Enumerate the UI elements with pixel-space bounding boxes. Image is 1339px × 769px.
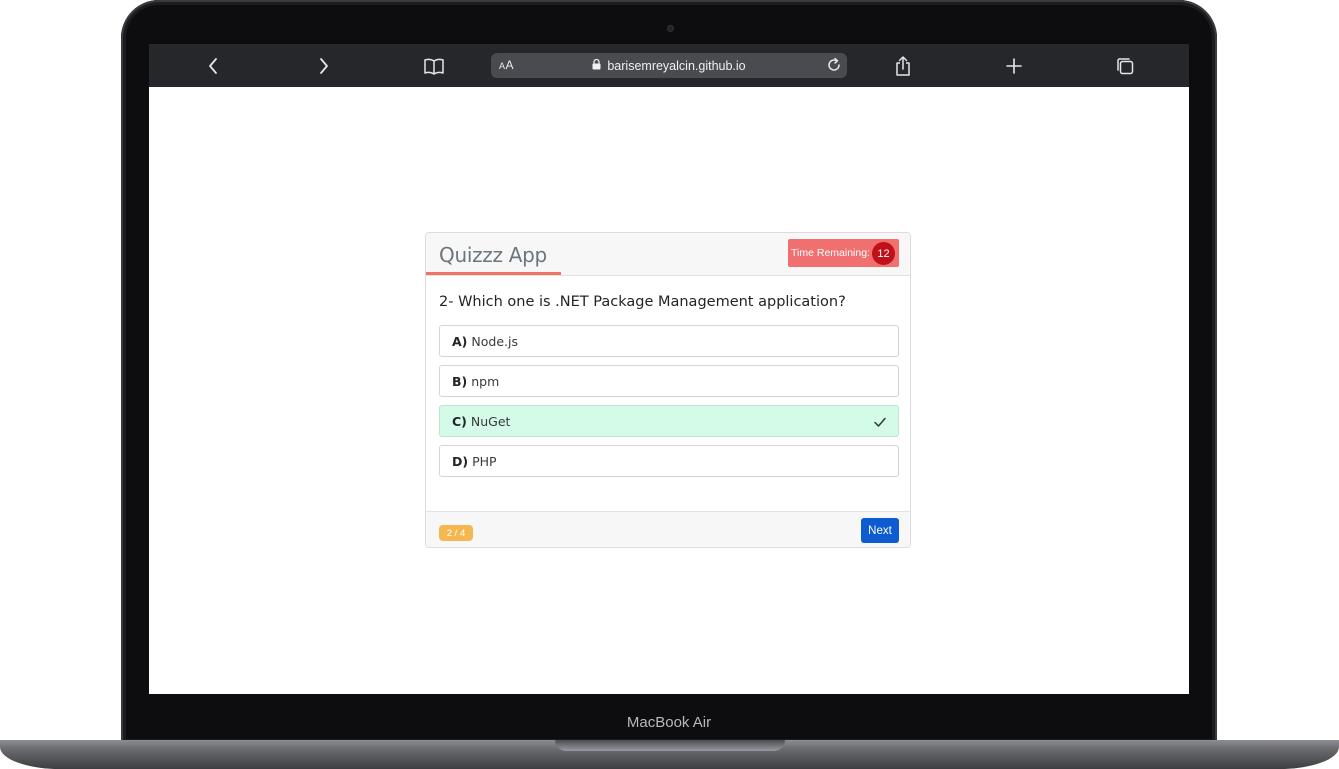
quiz-header: Quizzz App Time Remaining: 12 <box>426 233 910 276</box>
option-label: D) PHP <box>452 454 497 469</box>
quiz-footer: 2 / 4 Next <box>426 511 910 547</box>
option-d[interactable]: D) PHP <box>439 445 899 477</box>
option-c[interactable]: C) NuGet <box>439 405 899 437</box>
url-text: barisemreyalcin.github.io <box>607 58 746 73</box>
timer-label: Time Remaining: <box>791 247 870 259</box>
app-title: Quizzz App <box>439 243 547 267</box>
next-button[interactable]: Next <box>861 518 899 543</box>
option-text: npm <box>471 374 500 389</box>
browser-toolbar: AAAA barisemreyalcin.github.io <box>149 44 1189 87</box>
screen: AAAA barisemreyalcin.github.io Quizzz Ap… <box>149 44 1189 694</box>
timer: Time Remaining: 12 <box>788 239 899 267</box>
chevron-left-icon[interactable] <box>200 53 226 79</box>
option-a[interactable]: A) Node.js <box>439 325 899 357</box>
option-letter: C) <box>452 414 467 429</box>
title-underline <box>426 272 561 275</box>
share-icon[interactable] <box>890 53 916 79</box>
check-icon <box>873 415 887 429</box>
option-text: PHP <box>472 454 497 469</box>
option-letter: D) <box>452 454 469 469</box>
question-text: 2- Which one is .NET Package Management … <box>439 294 846 310</box>
book-icon[interactable] <box>421 53 447 79</box>
option-letter: A) <box>452 334 468 349</box>
option-label: A) Node.js <box>452 334 518 349</box>
url-display: barisemreyalcin.github.io <box>491 53 847 78</box>
quiz-card: Quizzz App Time Remaining: 12 2- Which o… <box>425 232 911 548</box>
progress-badge: 2 / 4 <box>439 525 473 541</box>
camera <box>667 25 674 32</box>
option-text: NuGet <box>470 414 511 429</box>
chevron-right-icon[interactable] <box>311 53 337 79</box>
lock-icon <box>592 58 601 73</box>
option-b[interactable]: B) npm <box>439 365 899 397</box>
laptop-notch <box>555 740 785 751</box>
option-label: B) npm <box>452 374 499 389</box>
timer-count: 12 <box>872 242 895 265</box>
option-letter: B) <box>452 374 468 389</box>
reload-icon[interactable] <box>825 56 843 74</box>
tabs-icon[interactable] <box>1112 53 1138 79</box>
address-bar[interactable]: AAAA barisemreyalcin.github.io <box>491 53 847 78</box>
plus-icon[interactable] <box>1001 53 1027 79</box>
device-label: MacBook Air <box>626 714 712 731</box>
option-text: Node.js <box>471 334 518 349</box>
option-label: C) NuGet <box>452 414 510 429</box>
